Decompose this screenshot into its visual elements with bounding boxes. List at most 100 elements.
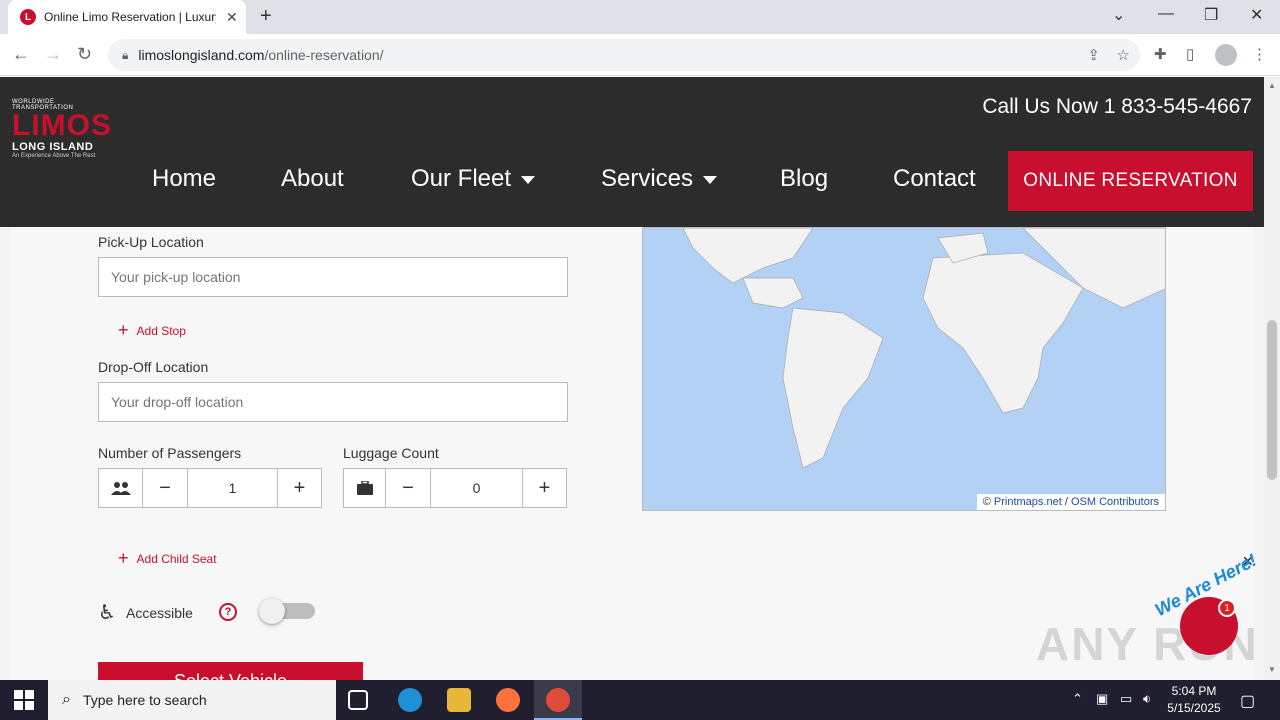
luggage-value[interactable]: 0: [431, 469, 523, 507]
volume-icon[interactable]: 🔉︎: [1143, 691, 1151, 707]
bookmark-star-icon[interactable]: ☆: [1117, 46, 1130, 64]
passengers-value[interactable]: 1: [188, 469, 278, 507]
toggle-knob: [259, 598, 285, 624]
browser-tab[interactable]: L Online Limo Reservation | Luxury ✕: [8, 0, 246, 34]
route-map[interactable]: © Printmaps.net / OSM Contributors: [642, 227, 1166, 511]
tray-app-icon[interactable]: ▣: [1096, 691, 1108, 707]
passengers-stepper: − 1 +: [98, 468, 322, 508]
plus-icon: +: [118, 548, 129, 568]
printmaps-link[interactable]: Printmaps.net: [994, 496, 1062, 508]
network-icon[interactable]: ▭: [1120, 691, 1132, 707]
nav-our-fleet-label: Our Fleet: [411, 165, 512, 192]
logo-main-text: LIMOS: [12, 109, 112, 142]
nav-contact[interactable]: Contact: [893, 165, 976, 193]
page-scrollbar[interactable]: ▲ ▼: [1264, 77, 1280, 680]
notifications-icon[interactable]: ▢: [1240, 691, 1255, 711]
passengers-icon: [99, 469, 143, 507]
url-text: limoslongisland.com/online-reservation/: [138, 47, 383, 63]
passengers-label: Number of Passengers: [98, 445, 242, 461]
url-domain: limoslongisland.com: [138, 47, 265, 63]
profile-avatar[interactable]: [1215, 44, 1237, 66]
map-attribution: © Printmaps.net / OSM Contributors: [976, 494, 1165, 510]
taskbar-search[interactable]: ⌕ Type here to search: [48, 680, 336, 720]
world-map-image: [682, 228, 1165, 469]
tab-search-icon[interactable]: ⌄: [1112, 5, 1125, 25]
nav-blog[interactable]: Blog: [780, 165, 828, 193]
add-child-seat-label: Add Child Seat: [136, 551, 217, 566]
minimize-icon[interactable]: —: [1158, 5, 1174, 23]
passengers-increment-button[interactable]: +: [278, 469, 321, 507]
back-icon[interactable]: ←: [12, 44, 30, 65]
windows-start-icon[interactable]: [14, 690, 34, 710]
nav-about[interactable]: About: [281, 165, 344, 193]
nav-services-label: Services: [601, 165, 694, 192]
file-explorer-icon[interactable]: [447, 688, 471, 712]
briefcase-icon: [344, 469, 386, 507]
address-bar[interactable]: 🔒︎ limoslongisland.com/online-reservatio…: [108, 39, 1140, 71]
attribution-separator: /: [1064, 496, 1068, 508]
new-tab-icon[interactable]: +: [260, 5, 272, 28]
luggage-stepper: − 0 +: [343, 468, 567, 508]
firefox-icon[interactable]: [496, 688, 520, 712]
browser-tab-bar: L Online Limo Reservation | Luxury ✕ + ⌄…: [0, 0, 1280, 34]
scroll-down-icon[interactable]: ▼: [1268, 665, 1276, 674]
site-favicon-icon: L: [20, 9, 36, 25]
extensions-icon[interactable]: ✚: [1154, 45, 1167, 63]
reload-icon[interactable]: ↻: [77, 44, 92, 65]
select-vehicle-button[interactable]: Select Vehicle: [98, 662, 363, 680]
attribution-symbol: ©: [982, 496, 991, 508]
pickup-location-input[interactable]: [98, 257, 568, 297]
luggage-label: Luggage Count: [343, 445, 439, 461]
tab-close-icon[interactable]: ✕: [226, 9, 238, 26]
osm-link[interactable]: OSM Contributors: [1071, 496, 1159, 508]
phone-number[interactable]: Call Us Now 1 833-545-4667: [982, 95, 1252, 119]
chevron-down-icon: [521, 175, 536, 184]
nav-our-fleet[interactable]: Our Fleet: [411, 165, 536, 193]
chat-notification-badge: 1: [1218, 599, 1236, 617]
task-view-icon[interactable]: [348, 690, 368, 710]
add-child-seat-link[interactable]: + Add Child Seat: [118, 548, 217, 569]
restore-icon[interactable]: ❐: [1204, 5, 1218, 25]
luggage-increment-button[interactable]: +: [523, 469, 566, 507]
add-stop-link[interactable]: + Add Stop: [118, 320, 186, 341]
logo-slogan: An Experience Above The Rest: [12, 153, 96, 159]
wheelchair-icon: ♿︎: [98, 602, 116, 624]
close-window-icon[interactable]: ✕: [1250, 5, 1263, 25]
search-icon: ⌕: [62, 691, 71, 708]
taskbar-clock[interactable]: 5:04 PM 5/15/2025: [1162, 683, 1226, 717]
site-header: WORLDWIDE TRANSPORTATION LIMOS LONG ISLA…: [0, 77, 1264, 227]
url-path: /online-reservation/: [264, 47, 384, 63]
scroll-thumb[interactable]: [1267, 320, 1277, 480]
clock-time: 5:04 PM: [1171, 684, 1217, 698]
chevron-down-icon: [703, 175, 718, 184]
windows-taskbar: ⌕ Type here to search ⌃ ▣ ▭ 🔉︎ 5:04 PM 5…: [0, 680, 1280, 720]
pickup-label: Pick-Up Location: [98, 234, 204, 250]
dropoff-label: Drop-Off Location: [98, 359, 209, 375]
edge-icon[interactable]: [398, 688, 422, 712]
luggage-decrement-button[interactable]: −: [386, 469, 431, 507]
scroll-up-icon[interactable]: ▲: [1268, 81, 1276, 90]
tray-chevron-icon[interactable]: ⌃: [1072, 691, 1083, 707]
chrome-taskbar-button[interactable]: [534, 680, 582, 720]
side-panel-icon[interactable]: ▯: [1186, 45, 1194, 63]
help-icon[interactable]: ?: [219, 603, 237, 621]
plus-icon: +: [118, 320, 129, 340]
accessible-toggle[interactable]: [259, 598, 315, 624]
accessible-label: Accessible: [126, 605, 193, 621]
forward-icon[interactable]: →: [44, 44, 62, 65]
taskbar-search-text: Type here to search: [82, 692, 207, 708]
clock-date: 5/15/2025: [1167, 701, 1221, 715]
nav-services[interactable]: Services: [601, 165, 718, 193]
site-logo[interactable]: WORLDWIDE TRANSPORTATION LIMOS LONG ISLA…: [12, 99, 116, 165]
dropoff-location-input[interactable]: [98, 382, 568, 422]
chrome-icon: [546, 688, 570, 712]
passengers-decrement-button[interactable]: −: [143, 469, 188, 507]
add-stop-label: Add Stop: [136, 323, 186, 338]
lock-icon: 🔒︎: [122, 47, 129, 62]
menu-kebab-icon[interactable]: ⋮: [1252, 45, 1267, 63]
web-page: © Printmaps.net / OSM Contributors Pick-…: [0, 77, 1264, 680]
logo-sub-text: LONG ISLAND: [12, 141, 94, 153]
online-reservation-button[interactable]: ONLINE RESERVATION: [1008, 151, 1253, 211]
share-icon[interactable]: ⇪: [1087, 46, 1100, 64]
nav-home[interactable]: Home: [152, 165, 216, 193]
